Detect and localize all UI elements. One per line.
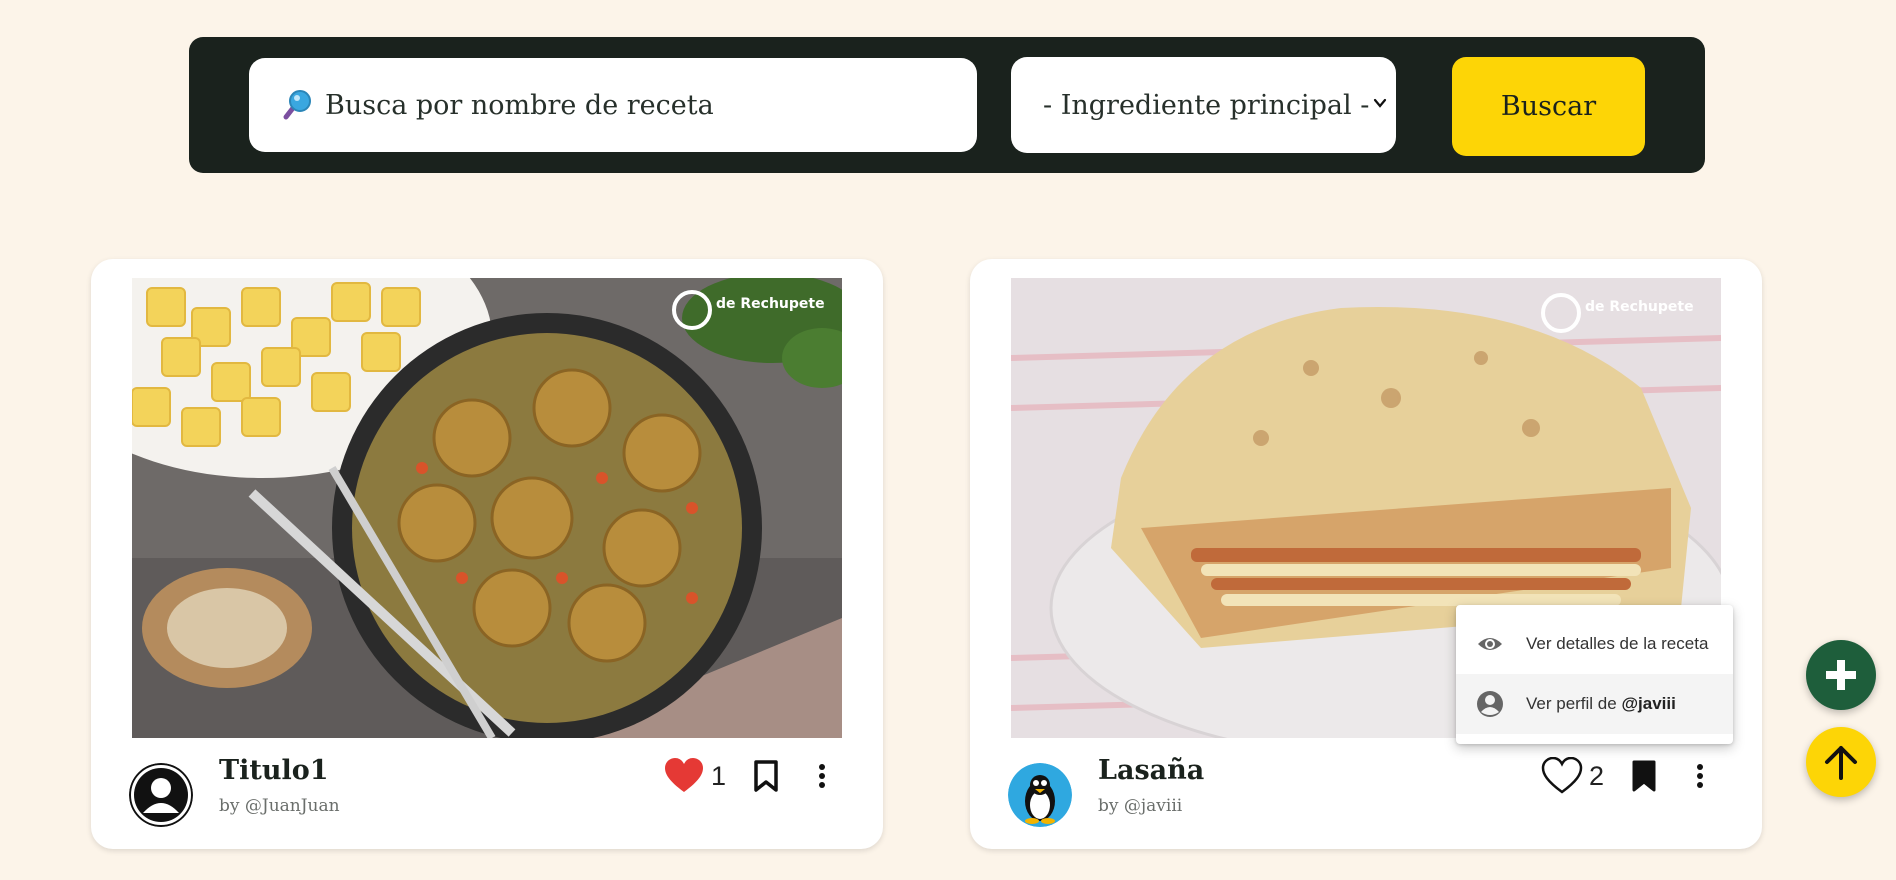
recipe-card: de Rechupete Titulo1 by @JuanJuan 1	[91, 259, 883, 849]
recipe-card: de Rechupete Lasaña by @javiii 2	[970, 259, 1762, 849]
menu-item-view-profile[interactable]: Ver perfil de @javiii	[1456, 674, 1733, 734]
photo-watermark: de Rechupete	[1585, 299, 1694, 315]
avatar[interactable]	[129, 763, 193, 827]
recipe-author[interactable]: by @JuanJuan	[219, 796, 340, 816]
recipe-author[interactable]: by @javiii	[1098, 796, 1182, 816]
more-vertical-icon[interactable]	[1694, 763, 1706, 789]
more-vertical-icon[interactable]	[816, 763, 828, 789]
eye-icon	[1478, 638, 1502, 650]
menu-item-label: Ver detalles de la receta	[1526, 634, 1709, 653]
chevron-down-icon	[1373, 98, 1387, 108]
like-count: 1	[711, 760, 727, 791]
heart-filled-icon[interactable]	[663, 757, 705, 795]
recipe-title[interactable]: Lasaña	[1098, 755, 1204, 786]
add-recipe-button[interactable]	[1806, 640, 1876, 710]
search-icon	[283, 90, 311, 120]
card-options-menu: Ver detalles de la receta Ver perfil de …	[1456, 605, 1733, 744]
menu-item-label: Ver perfil de @javiii	[1526, 694, 1676, 713]
plus-icon	[1826, 660, 1856, 690]
user-avatar-icon	[129, 763, 193, 827]
heart-outline-icon[interactable]	[1541, 757, 1583, 795]
card-actions: 2	[1541, 751, 1706, 801]
recipe-title[interactable]: Titulo1	[219, 755, 329, 786]
scroll-top-button[interactable]	[1806, 727, 1876, 797]
arrow-up-icon	[1825, 746, 1857, 780]
card-actions: 1	[663, 751, 828, 801]
like-count: 2	[1589, 760, 1605, 791]
search-button[interactable]: Buscar	[1452, 57, 1645, 156]
ingredient-select[interactable]: - Ingrediente principal -	[1011, 57, 1396, 153]
search-input[interactable]: Busca por nombre de receta	[249, 58, 977, 152]
search-bar: Busca por nombre de receta - Ingrediente…	[189, 37, 1705, 173]
account-circle-icon	[1477, 691, 1503, 717]
menu-item-view-recipe[interactable]: Ver detalles de la receta	[1456, 614, 1733, 674]
bookmark-filled-icon[interactable]	[1630, 760, 1658, 792]
search-placeholder: Busca por nombre de receta	[325, 89, 714, 121]
recipe-photo-image: de Rechupete	[132, 278, 842, 738]
tux-avatar-icon	[1008, 763, 1072, 827]
avatar[interactable]	[1008, 763, 1072, 827]
photo-watermark: de Rechupete	[716, 296, 825, 312]
bookmark-outline-icon[interactable]	[752, 760, 780, 792]
ingredient-select-value: - Ingrediente principal -	[1043, 89, 1370, 121]
recipe-photo[interactable]: de Rechupete	[132, 278, 842, 738]
